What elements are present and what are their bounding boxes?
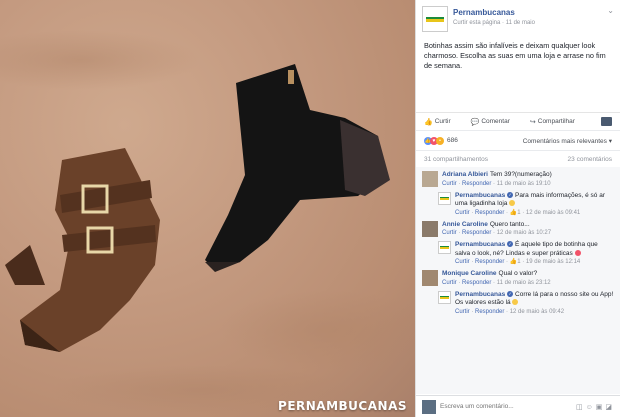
share-label: Compartilhar: [537, 118, 575, 125]
comment-button[interactable]: 💬 Comentar: [471, 118, 520, 126]
header-text: Pernambucanas Curtir esta página · 11 de…: [453, 6, 535, 34]
comment-like-link[interactable]: Curtir: [455, 210, 470, 216]
share-button[interactable]: ↪ Compartilhar: [530, 118, 585, 126]
reactions-count[interactable]: 686: [447, 137, 458, 144]
comment-author[interactable]: Annie Caroline: [442, 221, 488, 228]
comment-icon: 💬: [470, 118, 480, 126]
comment-sort-dropdown[interactable]: Comentários mais relevantes ▾: [523, 137, 612, 145]
brand-logo-icon: [440, 196, 449, 200]
comment-author[interactable]: Pernambucanas: [455, 241, 505, 248]
comment-item: Monique Caroline Qual o valor? Curtir · R…: [416, 268, 620, 289]
comment-item: Adriana Albieri Tem 39?(numeração) Curtir…: [416, 169, 620, 190]
wink-emoji-icon: [512, 299, 519, 306]
comment-composer: ◫☺▣◪: [416, 395, 620, 417]
like-button[interactable]: 👍 Curtir: [424, 118, 461, 126]
thumbs-up-icon: 👍: [424, 118, 433, 126]
sticker-icon[interactable]: ◪: [605, 404, 615, 411]
post-date[interactable]: 11 de maio: [506, 20, 535, 26]
page-name-link[interactable]: Pernambucanas: [453, 8, 535, 17]
comment-like-count: 1: [517, 259, 521, 265]
comment-date[interactable]: 19 de maio às 12:14: [526, 259, 580, 265]
avatar[interactable]: [438, 290, 451, 304]
photo-watermark: PERNAMBUCANAS: [278, 399, 407, 413]
brand-logo-icon: [426, 16, 444, 22]
camera-icon[interactable]: ◫: [576, 404, 586, 411]
shares-count[interactable]: 31 compartilhamentos: [424, 156, 488, 163]
verified-icon: ✓: [507, 241, 514, 248]
comment-text: Tem 39?(numeração): [490, 171, 552, 178]
boots-illustration: [0, 30, 415, 415]
avatar[interactable]: [438, 241, 451, 254]
comment-text: Quero tanto...: [489, 220, 530, 228]
comment-reply-link[interactable]: Responder: [462, 230, 491, 236]
post-actions: 👍 Curtir 💬 Comentar ↪ Compartilhar: [416, 112, 620, 130]
comment-author[interactable]: Pernambucanas: [455, 192, 505, 199]
comment-reply-link[interactable]: Responder: [462, 280, 491, 286]
comment-date[interactable]: 12 de maio às 09:42: [510, 309, 564, 315]
comment-like-link[interactable]: Curtir: [442, 280, 457, 286]
post-panel: Pernambucanas Curtir esta página · 11 de…: [415, 0, 620, 417]
share-icon: ↪: [529, 118, 536, 126]
smile-emoji-icon: [509, 200, 516, 207]
comment-author[interactable]: Pernambucanas: [455, 291, 505, 298]
post-header: Pernambucanas Curtir esta página · 11 de…: [416, 0, 620, 34]
comment-author[interactable]: Adriana Albieri: [442, 171, 488, 178]
sort-label: Comentários mais relevantes: [522, 137, 607, 145]
comment-like-link[interactable]: Curtir: [455, 259, 470, 265]
like-page-link[interactable]: Curtir esta página: [453, 20, 500, 26]
brand-logo-icon: [440, 295, 449, 299]
reactions-bar: 👍 ♥ • 686 Comentários mais relevantes ▾: [416, 130, 620, 150]
wow-reaction-icon[interactable]: •: [436, 136, 444, 145]
avatar[interactable]: [422, 270, 438, 286]
chevron-down-icon[interactable]: ⌄: [607, 6, 614, 15]
post-text: Botinhas assim são infalíveis e deixam q…: [424, 41, 606, 70]
post-stats: 31 compartilhamentos 23 comentários: [416, 150, 620, 167]
gif-icon[interactable]: ▣: [596, 404, 606, 411]
comment-label: Comentar: [481, 118, 510, 125]
comment-like-link[interactable]: Curtir: [455, 309, 470, 315]
comments-list: Adriana Albieri Tem 39?(numeração) Curtir…: [416, 167, 620, 394]
comment-item: Annie Caroline Quero tanto... Curtir · Re…: [416, 219, 620, 240]
comment-author[interactable]: Monique Caroline: [442, 270, 497, 277]
avatar[interactable]: [438, 191, 451, 205]
comment-like-count: 1: [517, 209, 521, 216]
brown-boot: [5, 148, 160, 352]
emoji-icon[interactable]: ☺: [586, 404, 596, 411]
comment-like-link[interactable]: Curtir: [442, 181, 457, 187]
comment-date[interactable]: 11 de maio às 19:10: [497, 181, 551, 187]
comment-like-link[interactable]: Curtir: [442, 230, 457, 236]
comment-text: Qual o valor?: [498, 270, 538, 277]
avatar: [422, 399, 436, 414]
comment-date[interactable]: 12 de maio às 10:27: [497, 230, 551, 236]
post-lightbox: PERNAMBUCANAS Pernambucanas Curtir esta …: [0, 0, 620, 417]
composer-tools: ◫☺▣◪: [576, 403, 615, 411]
post-subline: Curtir esta página · 11 de maio: [453, 20, 535, 26]
share-as-avatar[interactable]: [601, 117, 612, 126]
comment-reply-link[interactable]: Responder: [462, 181, 491, 187]
comment-reply-link[interactable]: Responder: [475, 259, 504, 265]
brand-logo-icon: [440, 246, 449, 249]
comment-input[interactable]: [440, 403, 576, 410]
page-avatar[interactable]: [422, 6, 448, 32]
avatar[interactable]: [422, 171, 438, 187]
comment-date[interactable]: 11 de maio às 23:12: [497, 280, 551, 286]
post-photo[interactable]: PERNAMBUCANAS: [0, 0, 415, 417]
like-label: Curtir: [434, 118, 451, 125]
comment-reply-link[interactable]: Responder: [475, 210, 504, 216]
reply-item: Pernambucanas ✓ Para mais informações, é …: [416, 190, 620, 219]
black-boot: [205, 64, 390, 272]
reply-item: Pernambucanas ✓ Corre lá para o nosso sit…: [416, 289, 620, 318]
heart-emoji-icon: [574, 249, 581, 256]
verified-icon: ✓: [507, 191, 514, 198]
comment-date[interactable]: 12 de maio às 09:41: [526, 210, 580, 216]
comment-reply-link[interactable]: Responder: [475, 309, 504, 315]
verified-icon: ✓: [507, 290, 514, 297]
avatar[interactable]: [422, 220, 438, 237]
comments-count[interactable]: 23 comentários: [568, 156, 612, 163]
reply-item: Pernambucanas ✓ É aquele tipo de botinha …: [416, 239, 620, 268]
